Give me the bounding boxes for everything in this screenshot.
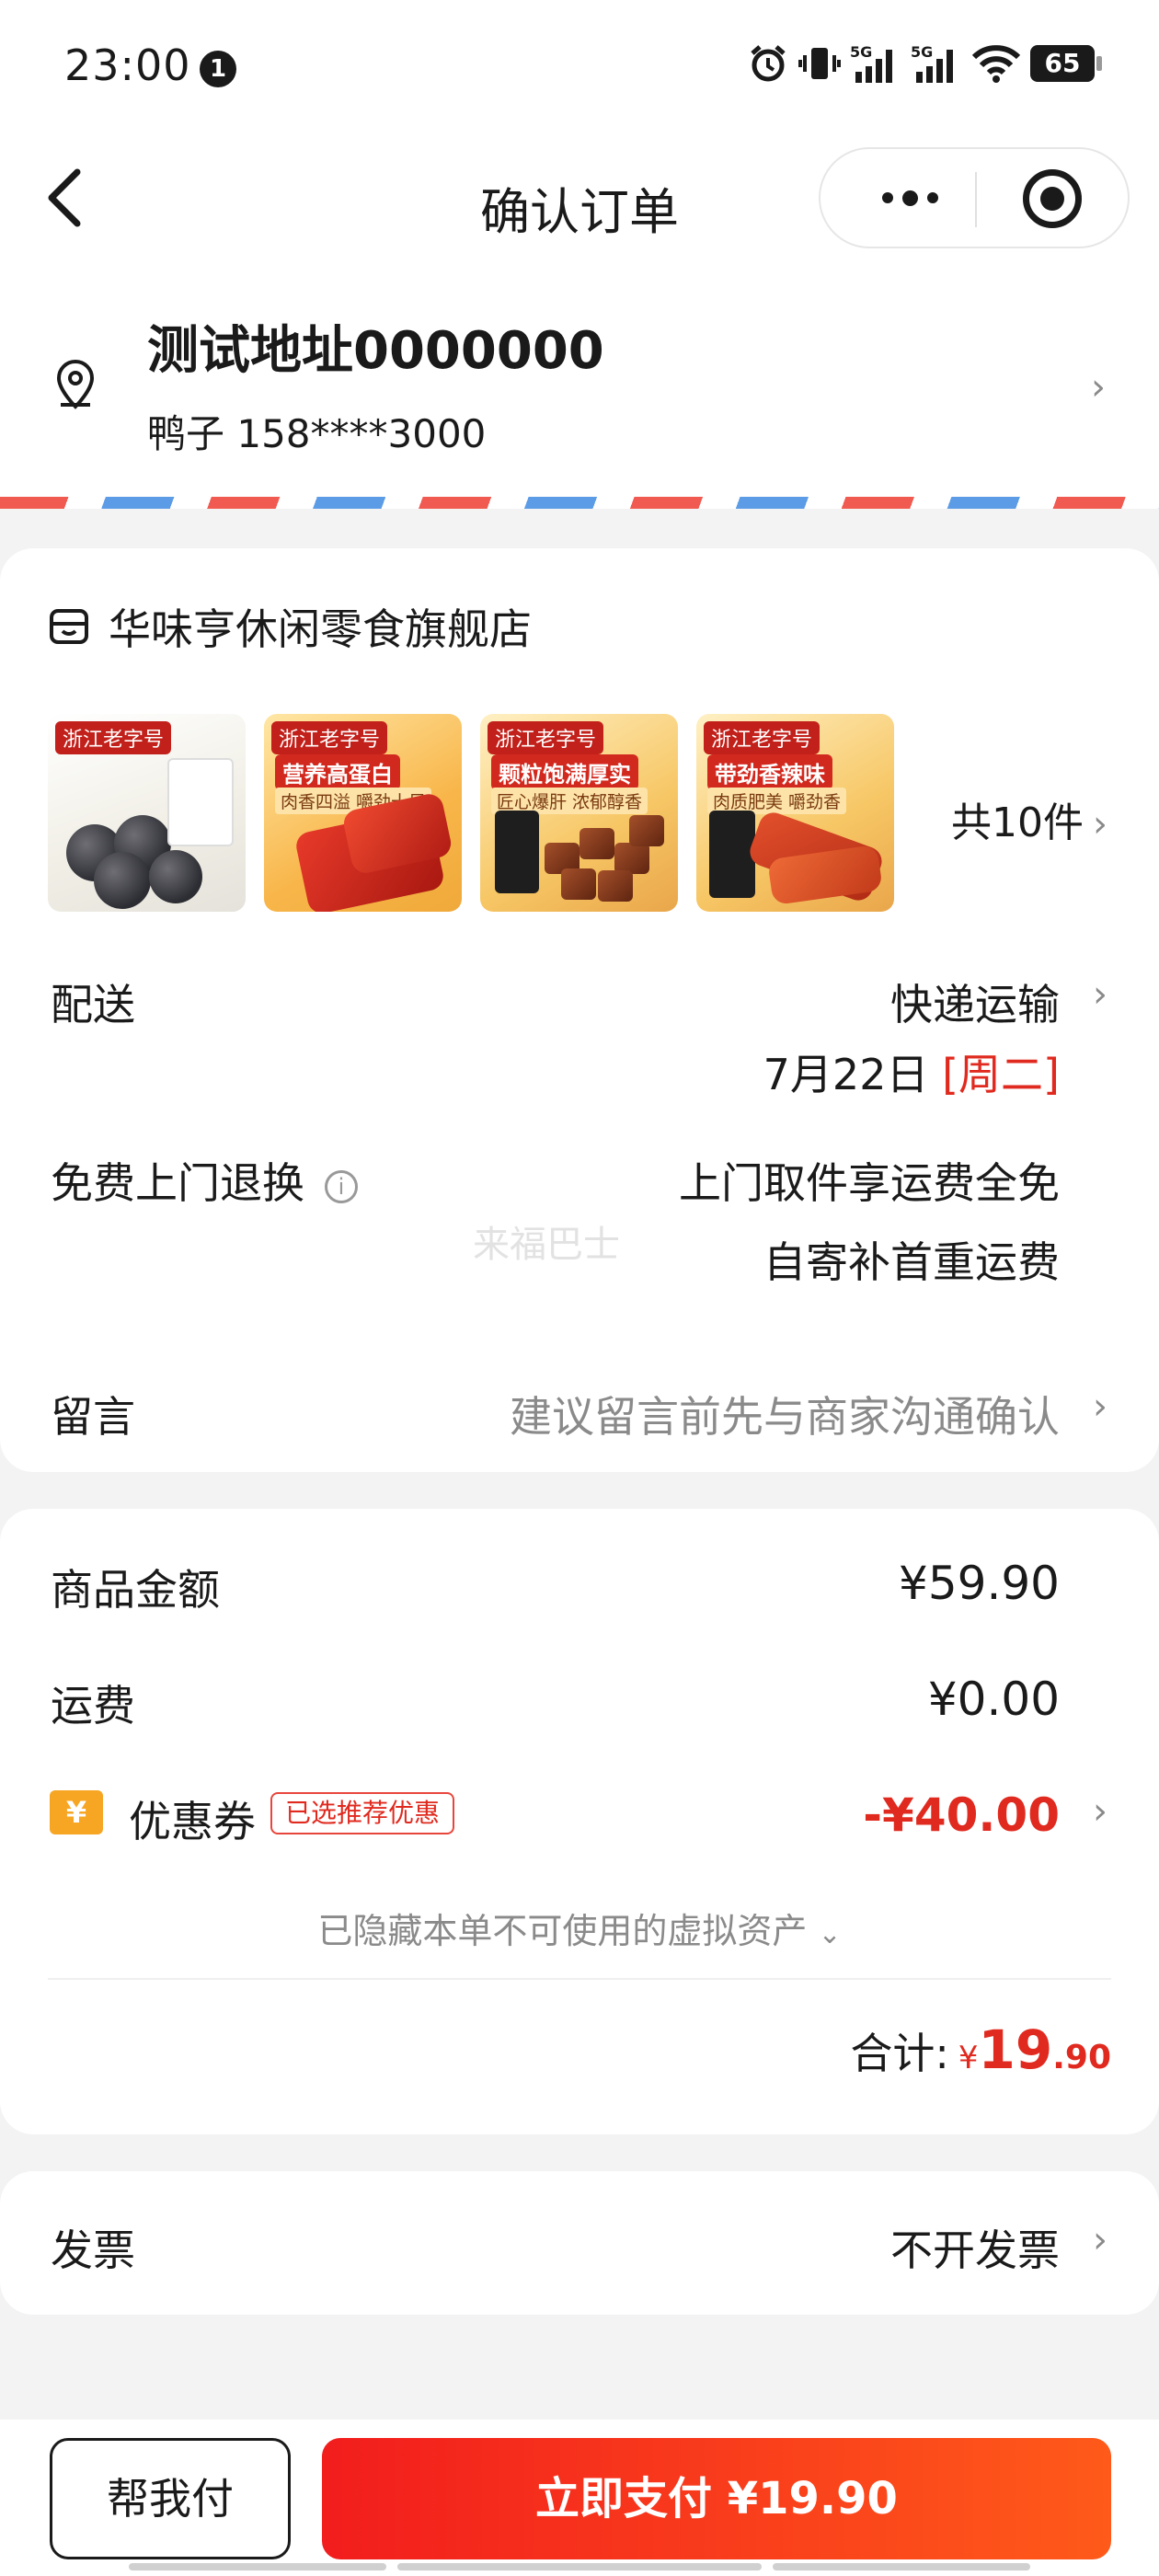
coupon-label: 优惠券 — [129, 1797, 256, 1846]
return-row: 免费上门退换 i — [51, 1150, 358, 1211]
product-thumbnails[interactable]: 浙江老字号 浙江老字号 营养高蛋白 肉香四溢 嚼劲十足 浙江老字号 颗粒饱满厚实… — [48, 714, 894, 912]
return-label: 免费上门退换 — [51, 1158, 304, 1208]
item-count[interactable]: 共10件 › — [951, 789, 1107, 848]
product-thumb[interactable]: 浙江老字号 营养高蛋白 肉香四溢 嚼劲十足 — [264, 714, 462, 912]
mini-program-capsule — [819, 147, 1130, 248]
product-thumb[interactable]: 浙江老字号 — [48, 714, 246, 912]
battery-icon: 65 — [1030, 45, 1102, 82]
bottom-action-bar: 帮我付 立即支付 ¥19.90 — [0, 2420, 1159, 2576]
thumb-tag: 浙江老字号 — [488, 721, 604, 754]
thumb-tag: 浙江老字号 — [271, 721, 388, 754]
chevron-right-icon: › — [1093, 973, 1107, 1016]
watermark: 来福巴士 — [473, 1224, 620, 1266]
more-button[interactable] — [866, 149, 954, 247]
chevron-right-icon: › — [1093, 1386, 1107, 1428]
address-contact: 鸭子 158****3000 — [147, 411, 487, 456]
store-header[interactable]: 华味亨休闲零食旗舰店 — [48, 596, 532, 657]
address-card[interactable]: 测试地址0000000 鸭子 158****3000 › — [0, 267, 1159, 508]
order-total: 合计: ¥19.90 — [850, 2018, 1111, 2081]
address-airmail-stripe — [0, 497, 1159, 509]
goods-amount-value: ¥59.90 — [899, 1557, 1060, 1610]
capsule-divider — [975, 172, 977, 227]
message-input[interactable]: 建议留言前先与商家沟通确认 — [510, 1384, 1060, 1444]
total-decimal: .90 — [1052, 2039, 1111, 2076]
goods-amount-label: 商品金额 — [51, 1565, 220, 1615]
alarm-icon — [751, 45, 786, 82]
product-thumb[interactable]: 浙江老字号 颗粒饱满厚实 匠心爆肝 浓郁醇香 — [480, 714, 678, 912]
home-indicator — [773, 2563, 1030, 2570]
total-label: 合计: — [850, 2029, 949, 2078]
chevron-right-icon: › — [1093, 1790, 1107, 1833]
divider — [48, 1978, 1111, 1980]
total-currency: ¥ — [958, 2040, 979, 2076]
invoice-value[interactable]: 不开发票 — [890, 2217, 1060, 2278]
system-icons: 5G 5G 65 — [747, 42, 1102, 85]
store-icon — [50, 609, 88, 644]
signal-5g-icon: 5G — [850, 43, 892, 83]
wifi-icon — [971, 45, 1021, 83]
message-label: 留言 — [51, 1392, 135, 1442]
nav-bar: 确认订单 — [0, 138, 1159, 267]
shipping-value: ¥0.00 — [927, 1673, 1060, 1726]
coupon-value[interactable]: -¥40.00 — [863, 1788, 1060, 1842]
vibrate-icon — [798, 48, 841, 79]
info-icon[interactable]: i — [325, 1169, 358, 1203]
chevron-down-icon: ⌄ — [818, 1918, 842, 1950]
location-pin-icon — [56, 359, 95, 409]
notification-badge: 1 — [200, 51, 236, 87]
thumb-caption: 带劲香辣味 — [707, 754, 832, 790]
thumb-tag: 浙江老字号 — [55, 721, 172, 754]
home-indicator — [129, 2563, 386, 2570]
address-title: 测试地址0000000 — [147, 321, 604, 381]
close-target-icon[interactable] — [1023, 169, 1082, 228]
chevron-right-icon: › — [1091, 366, 1106, 408]
thumb-caption: 颗粒饱满厚实 — [491, 754, 638, 790]
return-line2: 自寄补首重运费 — [763, 1237, 1060, 1287]
store-name: 华味亨休闲零食旗舰店 — [109, 604, 532, 654]
chevron-right-icon: › — [1093, 803, 1107, 845]
delivery-method[interactable]: 快递运输 — [890, 972, 1060, 1032]
order-card: 华味亨休闲零食旗舰店 浙江老字号 浙江老字号 营养高蛋白 肉香四溢 嚼劲十足 浙… — [0, 548, 1159, 1472]
delivery-date: 7月22日 — [763, 1050, 929, 1099]
total-integer: 19 — [978, 2018, 1053, 2081]
shipping-label: 运费 — [51, 1681, 135, 1731]
chevron-right-icon: › — [1093, 2219, 1107, 2261]
thumb-caption: 营养高蛋白 — [275, 754, 400, 790]
svg-text:5G: 5G — [911, 43, 933, 61]
signal-5g-icon-2: 5G — [911, 43, 953, 83]
hidden-assets-note: 已隐藏本单不可使用的虚拟资产 — [317, 1911, 808, 1951]
delivery-date-row: 7月22日 [周二] — [763, 1041, 1060, 1102]
product-thumb[interactable]: 浙江老字号 带劲香辣味 肉质肥美 嚼劲香 — [696, 714, 894, 912]
coupon-badge: 已选推荐优惠 — [270, 1792, 455, 1834]
coupon-icon: ¥ — [50, 1790, 103, 1834]
thumb-tag: 浙江老字号 — [704, 721, 820, 754]
status-bar: 23:00 1 5G 5G 65 — [0, 0, 1159, 138]
hidden-assets-toggle[interactable]: 已隐藏本单不可使用的虚拟资产 ⌄ — [0, 1903, 1159, 1953]
return-line1: 上门取件享运费全免 — [679, 1158, 1060, 1208]
help-me-pay-button[interactable]: 帮我付 — [50, 2438, 291, 2559]
invoice-label: 发票 — [51, 2225, 135, 2275]
home-indicator — [397, 2563, 762, 2570]
svg-text:5G: 5G — [850, 43, 872, 61]
pay-now-button[interactable]: 立即支付 ¥19.90 — [322, 2438, 1111, 2559]
item-count-label: 共10件 — [951, 799, 1084, 846]
delivery-weekday: [周二] — [942, 1050, 1060, 1099]
delivery-label: 配送 — [51, 980, 135, 1029]
clock: 23:00 — [64, 40, 191, 90]
